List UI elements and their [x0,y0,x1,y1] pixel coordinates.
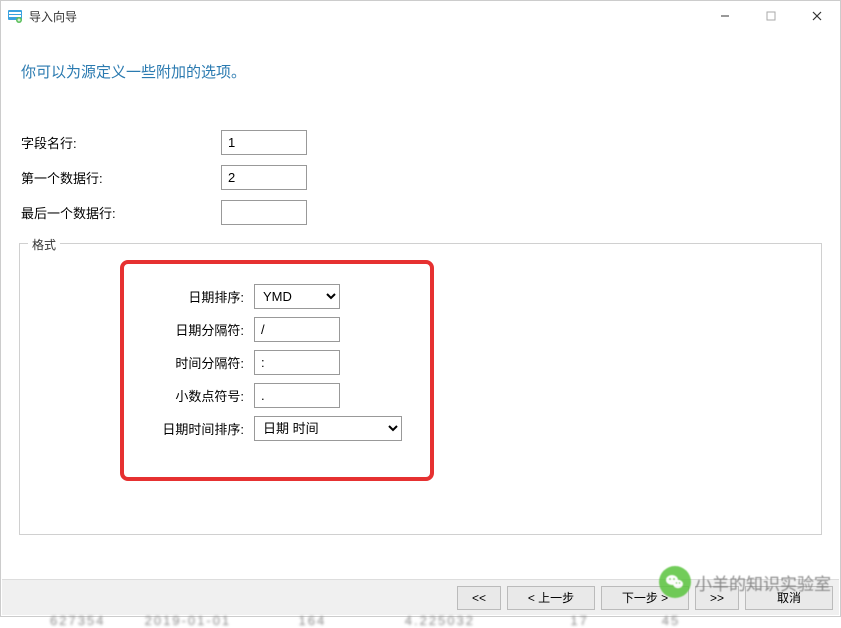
page-heading: 你可以为源定义一些附加的选项。 [21,61,822,82]
datetime-order-row: 日期时间排序: 日期 时间 [144,416,410,441]
rewind-button[interactable]: << [457,586,501,610]
prev-button[interactable]: < 上一步 [507,586,595,610]
last-data-row-label: 最后一个数据行: [21,203,221,222]
first-data-row-input[interactable] [221,165,307,190]
watermark: 小羊的知识实验室 [659,566,831,598]
highlight-annotation: 日期排序: YMD 日期分隔符: 时间分隔符: 小数点符号: [120,260,434,481]
wechat-icon [659,566,691,598]
field-name-row-input[interactable] [221,130,307,155]
datetime-order-label: 日期时间排序: [144,419,244,438]
window-title: 导入向导 [29,8,702,25]
time-separator-label: 时间分隔符: [144,353,244,372]
titlebar-controls [702,1,840,31]
date-order-label: 日期排序: [144,287,244,306]
time-separator-row: 时间分隔符: [144,350,410,375]
watermark-text: 小羊的知识实验室 [695,570,831,595]
app-icon [7,8,23,24]
minimize-button[interactable] [702,1,748,31]
date-separator-label: 日期分隔符: [144,320,244,339]
time-separator-input[interactable] [254,350,340,375]
decimal-symbol-input[interactable] [254,383,340,408]
content-area: 你可以为源定义一些附加的选项。 字段名行: 第一个数据行: 最后一个数据行: 格… [1,31,840,545]
field-name-row-label: 字段名行: [21,133,221,152]
field-name-row: 字段名行: [19,130,822,155]
format-fieldset: 格式 日期排序: YMD 日期分隔符: 时间分隔符: 小数点符号: [19,243,822,535]
maximize-button[interactable] [748,1,794,31]
titlebar: 导入向导 [1,1,840,31]
decimal-symbol-row: 小数点符号: [144,383,410,408]
date-separator-row: 日期分隔符: [144,317,410,342]
date-order-row: 日期排序: YMD [144,284,410,309]
date-order-select[interactable]: YMD [254,284,340,309]
format-legend: 格式 [28,236,60,253]
decimal-symbol-label: 小数点符号: [144,386,244,405]
first-data-row: 第一个数据行: [19,165,822,190]
close-button[interactable] [794,1,840,31]
date-separator-input[interactable] [254,317,340,342]
last-data-row-input[interactable] [221,200,307,225]
datetime-order-select[interactable]: 日期 时间 [254,416,402,441]
last-data-row: 最后一个数据行: [19,200,822,225]
background-table-row: 627354 2019-01-01 164 4.225032 17 45 [50,613,680,628]
import-wizard-window: 导入向导 你可以为源定义一些附加的选项。 字段名行: 第一个数据行: 最后一个数… [0,0,841,617]
first-data-row-label: 第一个数据行: [21,168,221,187]
